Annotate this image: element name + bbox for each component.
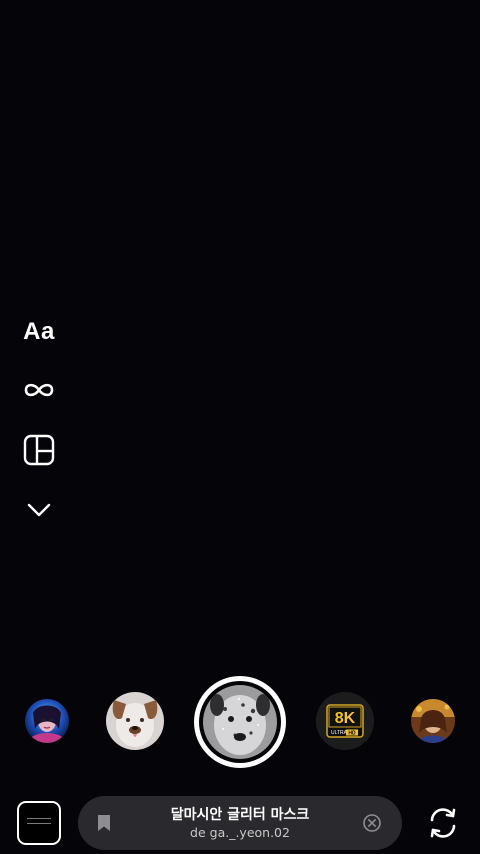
chevron-down-icon xyxy=(27,503,51,517)
more-tools-button[interactable] xyxy=(16,490,62,530)
gallery-thumbnail xyxy=(27,818,51,828)
svg-text:ULTRA: ULTRA xyxy=(331,730,348,736)
effect-8k-ultra-hd-thumbnail[interactable]: 8K ULTRA HD xyxy=(316,692,374,750)
current-effect-bar[interactable]: 달마시안 글리터 마스크 de ga._.yeon.02 xyxy=(78,796,402,850)
close-circle-icon[interactable] xyxy=(362,813,382,833)
layout-grid-icon xyxy=(23,434,55,466)
layout-button[interactable] xyxy=(16,430,62,470)
capture-button-inner xyxy=(199,681,281,763)
flip-camera-icon[interactable] xyxy=(424,804,462,842)
effect-title: 달마시안 글리터 마스크 xyxy=(170,807,310,823)
capture-button[interactable] xyxy=(194,676,286,768)
effect-portrait-thumbnail[interactable] xyxy=(411,699,455,743)
effect-dog-ears-thumbnail[interactable] xyxy=(106,692,164,750)
create-text-button[interactable]: Aa xyxy=(16,312,62,352)
create-text-label: Aa xyxy=(23,318,55,345)
svg-text:HD: HD xyxy=(348,730,356,736)
boomerang-button[interactable] xyxy=(16,370,62,410)
gallery-button[interactable] xyxy=(17,801,61,845)
bookmark-icon[interactable] xyxy=(92,811,116,835)
svg-text:8K: 8K xyxy=(335,710,356,727)
effect-avatar-thumbnail[interactable] xyxy=(25,699,69,743)
infinity-icon xyxy=(24,383,54,397)
dalmatian-mask-preview xyxy=(203,685,277,759)
effect-creator[interactable]: de ga._.yeon.02 xyxy=(118,825,362,840)
